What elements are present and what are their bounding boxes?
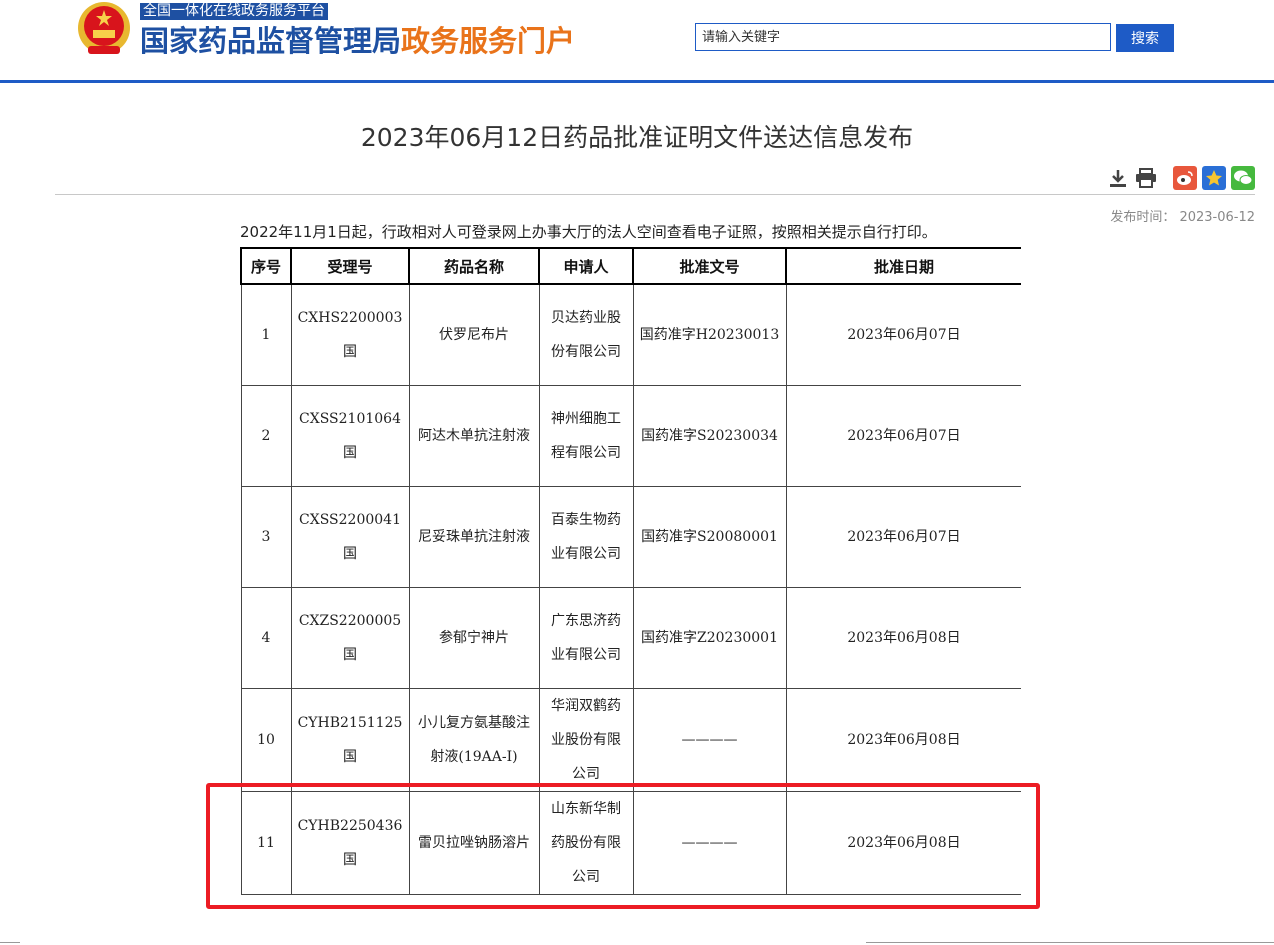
download-icon[interactable]: [1106, 166, 1130, 190]
table-row: 3 CXSS2200041国 尼妥珠单抗注射液 百泰生物药业有限公司 国药准字S…: [240, 486, 1021, 588]
wechat-icon[interactable]: [1231, 166, 1255, 190]
cell-drug-name: 参郁宁神片: [408, 587, 540, 689]
publish-time: 发布时间： 2023-06-12: [1106, 206, 1255, 225]
cell-index: 4: [240, 587, 292, 689]
cell-accept-no: CXSS2200041国: [290, 486, 410, 588]
search-button[interactable]: 搜索: [1116, 24, 1174, 52]
cell-approval-no: 国药准字S20230034: [632, 385, 787, 487]
title-divider: [55, 194, 1255, 195]
header-drug-name: 药品名称: [408, 247, 540, 285]
cell-index: 2: [240, 385, 292, 487]
publish-label: 发布时间：: [1110, 210, 1176, 225]
cell-applicant: 贝达药业股份有限公司: [538, 283, 634, 386]
publish-date: 2023-06-12: [1179, 210, 1255, 225]
print-icon[interactable]: [1134, 166, 1158, 190]
cell-drug-name: 阿达木单抗注射液: [408, 385, 540, 487]
cell-index: 1: [240, 283, 292, 386]
cell-approval-date: 2023年06月08日: [785, 688, 1021, 792]
cell-approval-date: 2023年06月08日: [785, 587, 1021, 689]
site-header: 全国一体化在线政务服务平台 国家药品监督管理局政务服务门户 搜索: [0, 0, 1274, 83]
table-header-row: 序号 受理号 药品名称 申请人 批准文号 批准日期: [240, 247, 1021, 285]
table-row: 1 CXHS2200003国 伏罗尼布片 贝达药业股份有限公司 国药准字H202…: [240, 283, 1021, 386]
table-row: 2 CXSS2101064国 阿达木单抗注射液 神州细胞工程有限公司 国药准字S…: [240, 385, 1021, 487]
cell-accept-no: CXHS2200003国: [290, 283, 410, 386]
cell-applicant: 神州细胞工程有限公司: [538, 385, 634, 487]
site-name-accent: 政务服务门户: [401, 24, 576, 58]
national-emblem-icon: [76, 0, 132, 56]
cell-approval-date: 2023年06月07日: [785, 283, 1021, 386]
site-name[interactable]: 国家药品监督管理局政务服务门户: [140, 22, 575, 60]
cell-approval-no: 国药准字H20230013: [632, 283, 787, 386]
highlight-box: [206, 783, 1040, 909]
cell-accept-no: CYHB2151125国: [290, 688, 410, 792]
header-index: 序号: [240, 247, 292, 285]
cell-approval-date: 2023年06月07日: [785, 486, 1021, 588]
table-row: 10 CYHB2151125国 小儿复方氨基酸注射液(19AA-Ⅰ) 华润双鹤药…: [240, 688, 1021, 792]
cell-applicant: 百泰生物药业有限公司: [538, 486, 634, 588]
search-input[interactable]: [695, 23, 1111, 51]
cell-applicant: 华润双鹤药业股份有限公司: [538, 688, 634, 792]
cell-approval-no: 国药准字Z20230001: [632, 587, 787, 689]
cell-index: 3: [240, 486, 292, 588]
footer-divider-left: [0, 942, 20, 943]
footer-divider-right: [866, 942, 1274, 943]
cell-accept-no: CXZS2200005国: [290, 587, 410, 689]
header-approval-date: 批准日期: [785, 247, 1021, 285]
page-title: 2023年06月12日药品批准证明文件送达信息发布: [360, 123, 914, 152]
header-applicant: 申请人: [538, 247, 634, 285]
cell-drug-name: 小儿复方氨基酸注射液(19AA-Ⅰ): [408, 688, 540, 792]
table-row: 4 CXZS2200005国 参郁宁神片 广东思济药业有限公司 国药准字Z202…: [240, 587, 1021, 689]
header-accept-no: 受理号: [290, 247, 410, 285]
cell-drug-name: 尼妥珠单抗注射液: [408, 486, 540, 588]
favorite-star-icon[interactable]: [1202, 166, 1226, 190]
header-approval-no: 批准文号: [632, 247, 787, 285]
cell-accept-no: CXSS2101064国: [290, 385, 410, 487]
cell-applicant: 广东思济药业有限公司: [538, 587, 634, 689]
cell-approval-date: 2023年06月07日: [785, 385, 1021, 487]
platform-subtitle: 全国一体化在线政务服务平台: [140, 3, 328, 20]
weibo-icon[interactable]: [1173, 166, 1197, 190]
site-name-main: 国家药品监督管理局: [140, 24, 402, 58]
cell-approval-no: ————: [632, 688, 787, 792]
cell-drug-name: 伏罗尼布片: [408, 283, 540, 386]
cell-index: 10: [240, 688, 292, 792]
cell-approval-no: 国药准字S20080001: [632, 486, 787, 588]
notice-text: 2022年11月1日起，行政相对人可登录网上办事大厅的法人空间查看电子证照，按照…: [240, 223, 937, 241]
